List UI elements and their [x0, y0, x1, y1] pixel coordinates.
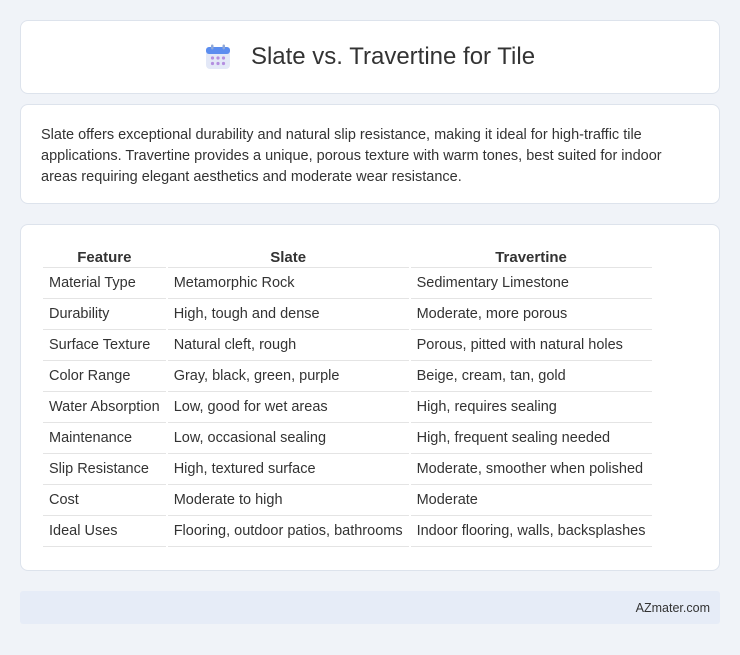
- table-row: Color Range Gray, black, green, purple B…: [43, 361, 652, 392]
- table-row: Slip Resistance High, textured surface M…: [43, 454, 652, 485]
- column-header-feature: Feature: [43, 247, 166, 268]
- slate-cell: Gray, black, green, purple: [167, 361, 409, 392]
- summary-card: Slate offers exceptional durability and …: [20, 104, 720, 204]
- footer-site-name: AZmater.com: [635, 600, 710, 615]
- footer: AZmater.com: [20, 591, 720, 624]
- summary-text: Slate offers exceptional durability and …: [41, 127, 662, 185]
- table-row: Maintenance Low, occasional sealing High…: [43, 423, 652, 454]
- feature-cell: Surface Texture: [43, 330, 166, 361]
- feature-cell: Material Type: [43, 268, 166, 299]
- feature-cell: Water Absorption: [43, 392, 166, 423]
- comparison-table: Feature Slate Travertine Material Type M…: [41, 247, 654, 547]
- travertine-cell: Beige, cream, tan, gold: [410, 361, 652, 392]
- table-row: Surface Texture Natural cleft, rough Por…: [43, 330, 652, 361]
- slate-cell: Flooring, outdoor patios, bathrooms: [167, 516, 409, 547]
- travertine-cell: Moderate, smoother when polished: [410, 454, 652, 485]
- slate-cell: Metamorphic Rock: [167, 268, 409, 299]
- comparison-card: Feature Slate Travertine Material Type M…: [20, 224, 720, 571]
- feature-cell: Cost: [43, 485, 166, 516]
- calendar-icon: [205, 44, 230, 69]
- table-row: Material Type Metamorphic Rock Sedimenta…: [43, 268, 652, 299]
- travertine-cell: High, frequent sealing needed: [410, 423, 652, 454]
- travertine-cell: Moderate, more porous: [410, 299, 652, 330]
- slate-cell: Low, good for wet areas: [167, 392, 409, 423]
- slate-cell: Natural cleft, rough: [167, 330, 409, 361]
- feature-cell: Ideal Uses: [43, 516, 166, 547]
- table-header-row: Feature Slate Travertine: [43, 247, 652, 268]
- feature-cell: Slip Resistance: [43, 454, 166, 485]
- column-header-slate: Slate: [167, 247, 409, 268]
- page-title: Slate vs. Travertine for Tile: [250, 43, 536, 70]
- table-row: Cost Moderate to high Moderate: [43, 485, 652, 516]
- title-card: Slate vs. Travertine for Tile: [20, 20, 720, 94]
- table-row: Water Absorption Low, good for wet areas…: [43, 392, 652, 423]
- column-header-travertine: Travertine: [410, 247, 652, 268]
- slate-cell: Low, occasional sealing: [167, 423, 409, 454]
- travertine-cell: Moderate: [410, 485, 652, 516]
- feature-cell: Color Range: [43, 361, 166, 392]
- table-row: Durability High, tough and dense Moderat…: [43, 299, 652, 330]
- travertine-cell: Porous, pitted with natural holes: [410, 330, 652, 361]
- travertine-cell: Sedimentary Limestone: [410, 268, 652, 299]
- travertine-cell: High, requires sealing: [410, 392, 652, 423]
- feature-cell: Durability: [43, 299, 166, 330]
- feature-cell: Maintenance: [43, 423, 166, 454]
- slate-cell: Moderate to high: [167, 485, 409, 516]
- slate-cell: High, tough and dense: [167, 299, 409, 330]
- table-row: Ideal Uses Flooring, outdoor patios, bat…: [43, 516, 652, 547]
- travertine-cell: Indoor flooring, walls, backsplashes: [410, 516, 652, 547]
- slate-cell: High, textured surface: [167, 454, 409, 485]
